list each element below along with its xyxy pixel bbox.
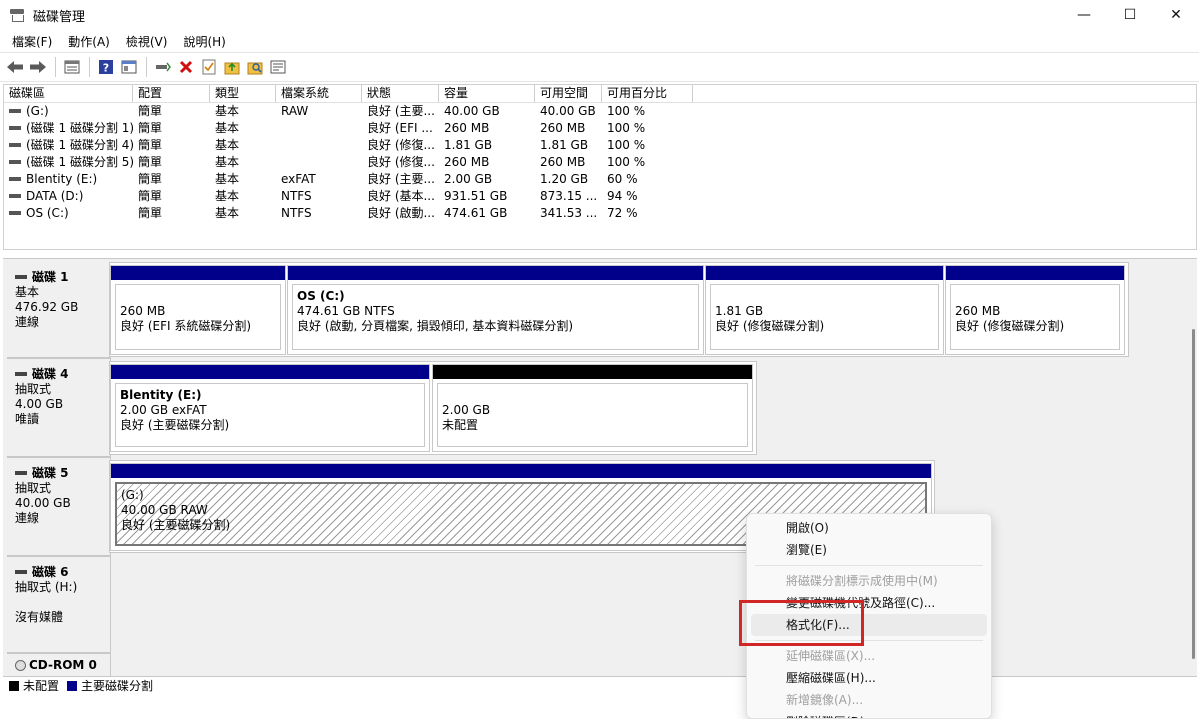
console-tree-icon[interactable] [61,56,83,78]
menu-help[interactable]: 說明(H) [177,33,231,50]
ctx-change-drive-letter[interactable]: 變更磁碟機代號及路徑(C)... [751,592,987,614]
menu-separator [755,565,983,566]
window-controls: — ☐ ✕ [1061,0,1199,30]
disk1-partition-efi[interactable]: 260 MB 良好 (EFI 系統磁碟分割) [110,265,286,355]
svg-text:?: ? [103,62,109,75]
col-filesystem[interactable]: 檔案系統 [276,85,362,102]
drive-icon [9,176,21,181]
back-arrow-icon[interactable] [4,56,26,78]
context-menu: 開啟(O) 瀏覽(E) 將磁碟分割標示成使用中(M) 變更磁碟機代號及路徑(C)… [746,513,992,719]
table-row[interactable]: (磁碟 1 磁碟分割 4) 簡單 基本 良好 (修復... 1.81 GB 1.… [4,137,1196,154]
table-row[interactable]: (G:) 簡單 基本 RAW 良好 (主要... 40.00 GB 40.00 … [4,103,1196,120]
settings-list-icon[interactable] [267,56,289,78]
help-icon[interactable]: ? [95,56,117,78]
ctx-delete-volume[interactable]: 刪除磁碟區(D)... [751,711,987,718]
disk-icon [15,274,27,279]
legend-primary: 主要磁碟分割 [67,677,153,694]
col-free-space[interactable]: 可用空間 [535,85,602,102]
disk1-partition-recovery-2[interactable]: 260 MB 良好 (修復磁碟分割) [945,265,1125,355]
col-capacity[interactable]: 容量 [439,85,535,102]
folder-up-icon[interactable] [221,56,243,78]
disk1-partition-recovery-1[interactable]: 1.81 GB 良好 (修復磁碟分割) [705,265,944,355]
legend-bar: 未配置 主要磁碟分割 [3,676,1197,694]
ctx-format[interactable]: 格式化(F)... [751,614,987,636]
volume-list: 磁碟區 配置 類型 檔案系統 狀態 容量 可用空間 可用百分比 (G:) 簡單 … [3,84,1197,250]
disk-management-app-icon [9,8,25,22]
toolbar: ? [0,52,1199,82]
toolbar-separator [146,57,147,77]
col-status[interactable]: 狀態 [362,85,439,102]
maximize-button[interactable]: ☐ [1107,0,1153,30]
ctx-shrink-volume[interactable]: 壓縮磁碟區(H)... [751,667,987,689]
title-bar: 磁碟管理 — ☐ ✕ [0,0,1199,30]
menu-action[interactable]: 動作(A) [62,33,116,50]
ctx-mark-active: 將磁碟分割標示成使用中(M) [786,574,938,588]
col-free-percent[interactable]: 可用百分比 [602,85,693,102]
cdrom0-label[interactable]: CD-ROM 0 [7,654,111,676]
search-folder-icon[interactable] [244,56,266,78]
col-volume[interactable]: 磁碟區 [4,85,133,102]
primary-swatch [67,680,78,691]
disk-graphical-view: 磁碟 1 基本 476.92 GB 連線 260 MB 良好 (EFI 系統磁碟… [3,258,1197,676]
check-properties-icon[interactable] [198,56,220,78]
minimize-button[interactable]: — [1061,0,1107,30]
disk5-label[interactable]: 磁碟 5 抽取式 40.00 GB 連線 [7,458,111,555]
col-type[interactable]: 類型 [210,85,276,102]
ctx-explore[interactable]: 瀏覽(E) [751,539,987,561]
legend-unallocated: 未配置 [9,677,59,694]
ctx-add-mirror: 新增鏡像(A)... [786,693,864,707]
disk-icon [15,470,27,475]
col-layout[interactable]: 配置 [133,85,210,102]
close-button[interactable]: ✕ [1153,0,1199,30]
ctx-open[interactable]: 開啟(O) [751,517,987,539]
menu-view[interactable]: 檢視(V) [120,33,174,50]
delete-icon[interactable] [175,56,197,78]
menu-separator [755,640,983,641]
drive-icon [9,142,21,147]
drive-icon [9,159,21,164]
disk4-label[interactable]: 磁碟 4 抽取式 4.00 GB 唯讀 [7,359,111,456]
table-row[interactable]: (磁碟 1 磁碟分割 1) 簡單 基本 良好 (EFI ... 260 MB 2… [4,120,1196,137]
connect-drive-icon[interactable] [152,56,174,78]
drive-icon [9,210,21,215]
drive-icon [9,193,21,198]
window-title: 磁碟管理 [33,9,86,25]
disk1-partition-os-c[interactable]: OS (C:) 474.61 GB NTFS 良好 (啟動, 分頁檔案, 損毀傾… [287,265,704,355]
forward-arrow-icon[interactable] [27,56,49,78]
toolbar-separator [55,57,56,77]
menu-bar: 檔案(F) 動作(A) 檢視(V) 說明(H) [0,30,1199,52]
toolbar-separator [89,57,90,77]
menu-file[interactable]: 檔案(F) [6,33,58,50]
drive-icon [9,125,21,130]
volume-list-header: 磁碟區 配置 類型 檔案系統 狀態 容量 可用空間 可用百分比 [4,85,1196,103]
table-row[interactable]: OS (C:) 簡單 基本 NTFS 良好 (啟動... 474.61 GB 3… [4,205,1196,222]
disk6-label[interactable]: 磁碟 6 抽取式 (H:) 沒有媒體 [7,557,111,652]
drive-icon [9,108,21,113]
disk-icon [15,569,27,574]
properties-window-icon[interactable] [118,56,140,78]
disk1-label[interactable]: 磁碟 1 基本 476.92 GB 連線 [7,262,111,357]
ctx-extend-volume: 延伸磁碟區(X)... [786,649,876,663]
disk4-unallocated[interactable]: 2.00 GB 未配置 [432,364,753,452]
disk4-partition-blentity-e[interactable]: Blentity (E:) 2.00 GB exFAT 良好 (主要磁碟分割) [110,364,430,452]
table-row[interactable]: (磁碟 1 磁碟分割 5) 簡單 基本 良好 (修復... 260 MB 260… [4,154,1196,171]
table-row[interactable]: Blentity (E:) 簡單 基本 exFAT 良好 (主要... 2.00… [4,171,1196,188]
disk-icon [15,371,27,376]
vertical-scrollbar[interactable] [1192,329,1195,659]
table-row[interactable]: DATA (D:) 簡單 基本 NTFS 良好 (基本... 931.51 GB… [4,188,1196,205]
unallocated-swatch [9,680,19,691]
cd-icon [15,660,26,671]
